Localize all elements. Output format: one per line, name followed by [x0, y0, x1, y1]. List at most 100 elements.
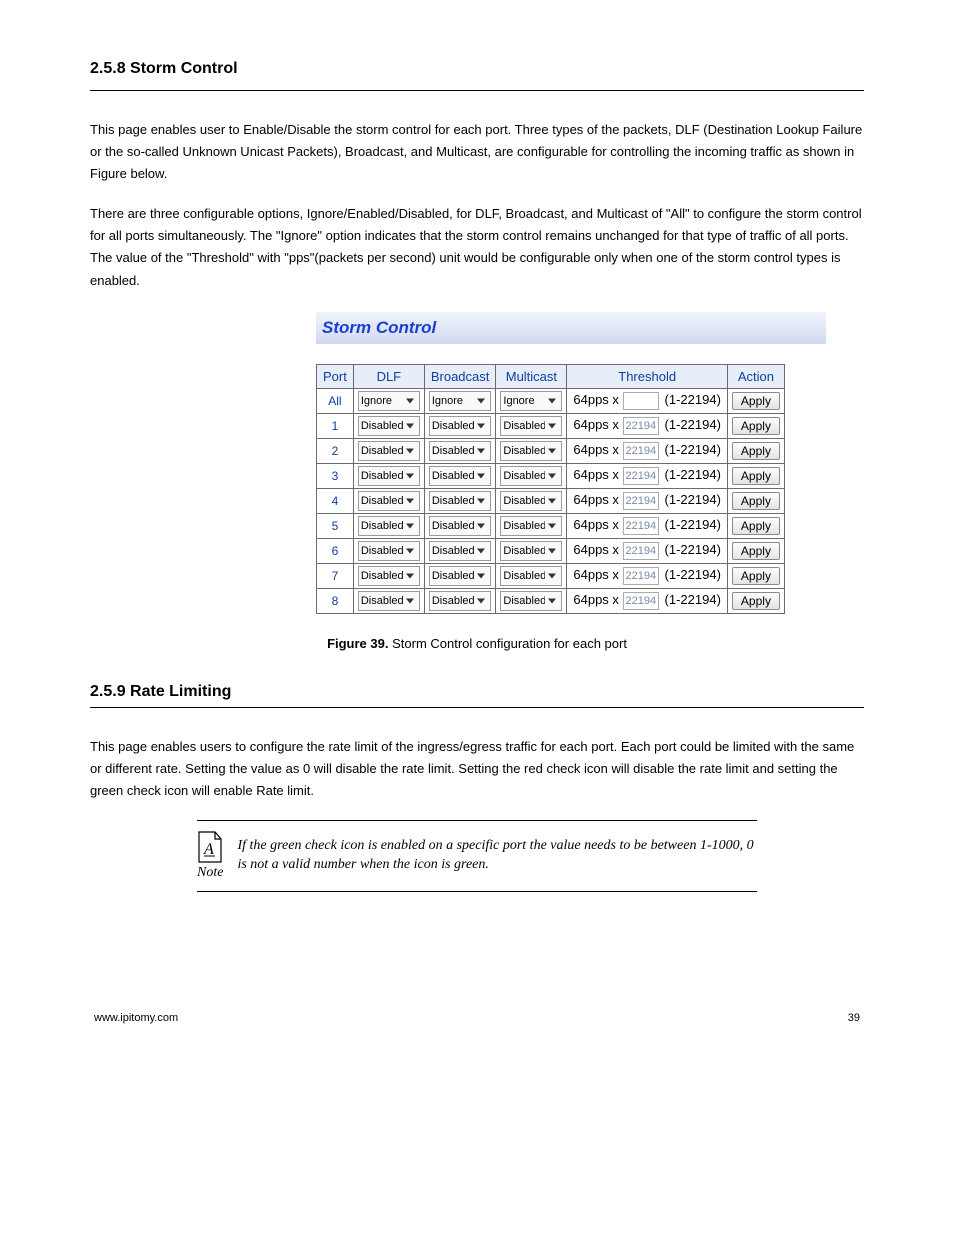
storm-select[interactable]: Disabled [500, 416, 562, 436]
section-paragraph-2: There are three configurable options, Ig… [90, 203, 864, 291]
section-paragraph-1: This page enables user to Enable/Disable… [90, 119, 864, 185]
storm-select[interactable]: Disabled [429, 416, 491, 436]
threshold-prefix: 64pps x [573, 592, 622, 607]
threshold-range: (1-22194) [659, 442, 721, 457]
apply-button[interactable]: Apply [732, 592, 780, 610]
threshold-input[interactable] [623, 567, 659, 585]
apply-button[interactable]: Apply [732, 542, 780, 560]
port-cell: 8 [317, 588, 354, 613]
threshold-range: (1-22194) [659, 567, 721, 582]
threshold-prefix: 64pps x [573, 467, 622, 482]
rate-heading: 2.5.9 Rate Limiting [90, 683, 864, 701]
threshold-range: (1-22194) [659, 542, 721, 557]
rate-body: This page enables users to configure the… [90, 736, 864, 802]
threshold-prefix: 64pps x [573, 442, 622, 457]
threshold-prefix: 64pps x [573, 517, 622, 532]
storm-select[interactable]: Disabled [500, 516, 562, 536]
table-row: AllIgnoreIgnoreIgnore64pps x (1-22194)Ap… [317, 388, 785, 413]
threshold-prefix: 64pps x [573, 542, 622, 557]
storm-select[interactable]: Disabled [358, 516, 420, 536]
th-multicast: Multicast [496, 364, 567, 388]
threshold-input[interactable] [623, 467, 659, 485]
storm-select[interactable]: Disabled [358, 566, 420, 586]
table-row: 6DisabledDisabledDisabled64pps x (1-2219… [317, 538, 785, 563]
storm-select[interactable]: Disabled [358, 466, 420, 486]
port-cell: All [317, 388, 354, 413]
threshold-range: (1-22194) [659, 417, 721, 432]
threshold-input[interactable] [623, 517, 659, 535]
section-rule [90, 90, 864, 91]
storm-select[interactable]: Disabled [358, 591, 420, 611]
threshold-range: (1-22194) [659, 392, 721, 407]
footer-left: www.ipitomy.com [94, 1012, 178, 1024]
threshold-input[interactable] [623, 492, 659, 510]
apply-button[interactable]: Apply [732, 517, 780, 535]
apply-button[interactable]: Apply [732, 392, 780, 410]
storm-select[interactable]: Disabled [500, 466, 562, 486]
table-row: 2DisabledDisabledDisabled64pps x (1-2219… [317, 438, 785, 463]
storm-select[interactable]: Ignore [358, 391, 420, 411]
section-number: 2.5.8 Storm Control [90, 60, 864, 78]
storm-select[interactable]: Disabled [500, 491, 562, 511]
storm-select[interactable]: Ignore [500, 391, 562, 411]
figure-label: Figure 39. [327, 636, 388, 651]
threshold-range: (1-22194) [659, 467, 721, 482]
table-row: 5DisabledDisabledDisabled64pps x (1-2219… [317, 513, 785, 538]
note-text: If the green check icon is enabled on a … [237, 837, 757, 875]
apply-button[interactable]: Apply [732, 567, 780, 585]
storm-select[interactable]: Disabled [429, 441, 491, 461]
storm-select[interactable]: Disabled [500, 441, 562, 461]
storm-select[interactable]: Disabled [429, 466, 491, 486]
table-row: 8DisabledDisabledDisabled64pps x (1-2219… [317, 588, 785, 613]
th-action: Action [727, 364, 784, 388]
table-header-row: Port DLF Broadcast Multicast Threshold A… [317, 364, 785, 388]
threshold-input[interactable] [623, 417, 659, 435]
storm-select[interactable]: Disabled [429, 541, 491, 561]
panel-title-bar: Storm Control [316, 312, 826, 344]
th-broadcast: Broadcast [424, 364, 496, 388]
th-dlf: DLF [353, 364, 424, 388]
port-cell: 2 [317, 438, 354, 463]
th-threshold: Threshold [567, 364, 728, 388]
storm-select[interactable]: Disabled [500, 591, 562, 611]
storm-select[interactable]: Disabled [500, 541, 562, 561]
table-row: 7DisabledDisabledDisabled64pps x (1-2219… [317, 563, 785, 588]
storm-select[interactable]: Disabled [358, 441, 420, 461]
threshold-input[interactable] [623, 592, 659, 610]
port-cell: 1 [317, 413, 354, 438]
svg-text:A: A [203, 841, 214, 858]
threshold-input[interactable] [623, 442, 659, 460]
apply-button[interactable]: Apply [732, 492, 780, 510]
note-box: A Note If the green check icon is enable… [197, 820, 757, 892]
threshold-prefix: 64pps x [573, 492, 622, 507]
threshold-input[interactable] [623, 392, 659, 410]
port-cell: 5 [317, 513, 354, 538]
storm-select[interactable]: Disabled [429, 491, 491, 511]
storm-select[interactable]: Disabled [358, 541, 420, 561]
rate-rule [90, 707, 864, 708]
threshold-prefix: 64pps x [573, 392, 622, 407]
storm-select[interactable]: Disabled [429, 566, 491, 586]
th-port: Port [317, 364, 354, 388]
port-cell: 3 [317, 463, 354, 488]
port-cell: 4 [317, 488, 354, 513]
port-cell: 7 [317, 563, 354, 588]
apply-button[interactable]: Apply [732, 467, 780, 485]
table-row: 3DisabledDisabledDisabled64pps x (1-2219… [317, 463, 785, 488]
footer-right: 39 [848, 1012, 860, 1024]
port-cell: 6 [317, 538, 354, 563]
figure-caption: Figure 39. Storm Control configuration f… [90, 636, 864, 651]
threshold-prefix: 64pps x [573, 417, 622, 432]
note-label: Note [197, 865, 223, 881]
threshold-prefix: 64pps x [573, 567, 622, 582]
storm-select[interactable]: Disabled [429, 591, 491, 611]
apply-button[interactable]: Apply [732, 442, 780, 460]
storm-select[interactable]: Disabled [429, 516, 491, 536]
storm-select[interactable]: Disabled [358, 491, 420, 511]
storm-select[interactable]: Disabled [500, 566, 562, 586]
storm-select[interactable]: Disabled [358, 416, 420, 436]
threshold-input[interactable] [623, 542, 659, 560]
threshold-range: (1-22194) [659, 517, 721, 532]
apply-button[interactable]: Apply [732, 417, 780, 435]
storm-select[interactable]: Ignore [429, 391, 491, 411]
